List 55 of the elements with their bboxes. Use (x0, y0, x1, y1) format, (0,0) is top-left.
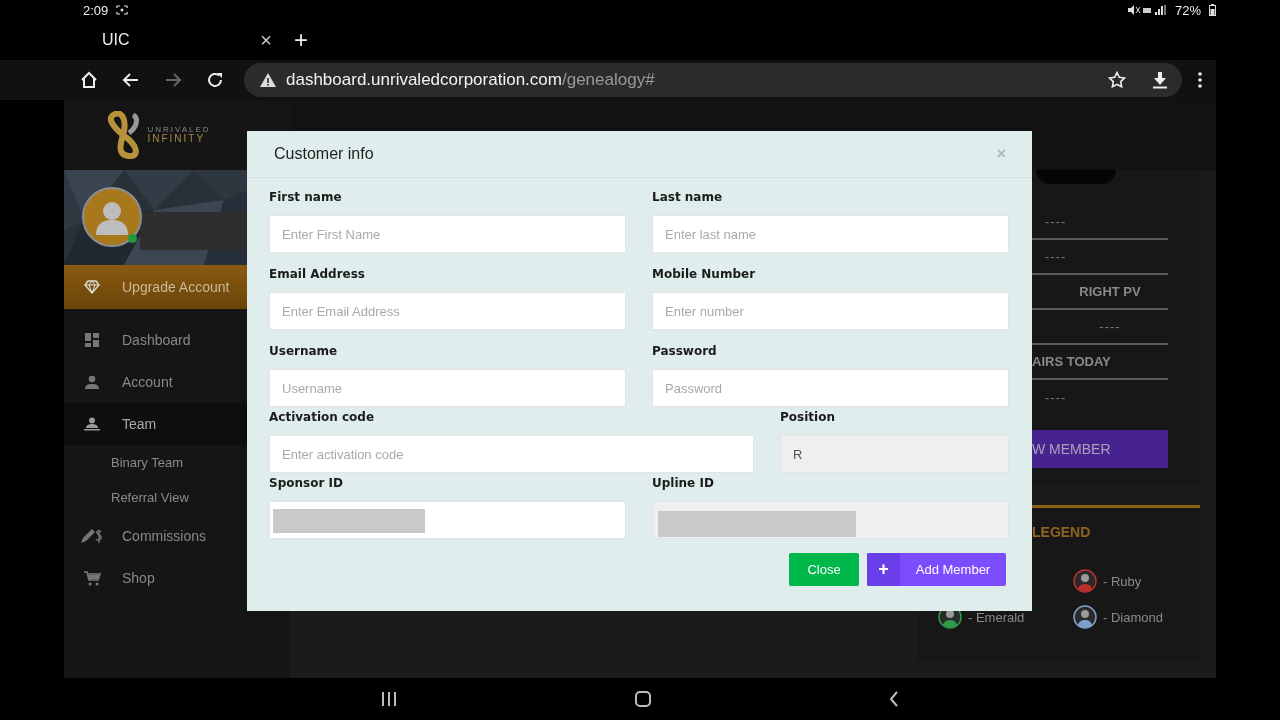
dialog-title: Customer info (274, 145, 374, 163)
stat-text: ---- (1045, 249, 1067, 264)
back-icon[interactable] (122, 71, 140, 89)
field-label: Password (652, 344, 718, 358)
input-field[interactable]: Enter Email Address (269, 292, 626, 330)
field-label: Sponsor ID (269, 476, 344, 490)
input-field[interactable]: Username (269, 369, 626, 407)
home-button-icon[interactable] (635, 691, 651, 707)
battery-icon (1209, 4, 1216, 16)
input-field[interactable]: Enter activation code (269, 435, 754, 473)
field-label: Mobile Number (652, 267, 757, 281)
new-tab-button[interactable]: + (294, 26, 308, 54)
new-member-button[interactable]: W MEMBER (1032, 430, 1168, 468)
stat-text: ---- (1099, 319, 1121, 334)
sidebar-item[interactable]: Commissions (64, 515, 290, 557)
close-tab-button[interactable]: × (260, 28, 272, 52)
field-label: Upline ID (652, 476, 715, 490)
legend-label: - Ruby (1103, 573, 1142, 589)
back-button-icon[interactable] (889, 691, 899, 707)
input-field[interactable]: Password (652, 369, 1009, 407)
pencil-icon (80, 528, 104, 544)
stat-text: ---- (1045, 390, 1067, 405)
stat-text: ---- (1045, 214, 1067, 229)
member-rank-icon (1073, 605, 1097, 629)
recent-apps-icon[interactable] (381, 692, 397, 706)
stat-text: AIRS TODAY (1032, 354, 1111, 369)
legend-label: - Emerald (968, 609, 1025, 625)
stat-text: RIGHT PV (1079, 284, 1141, 299)
clock-time: 2:09 (83, 2, 109, 18)
field-label: Last name (652, 190, 724, 204)
legend-title: LEGEND (1031, 524, 1092, 540)
brand-name: UNRIVALED (147, 126, 211, 134)
member-rank-icon (1073, 569, 1097, 593)
input-field[interactable]: Enter First Name (269, 215, 626, 253)
field-label: First name (269, 190, 343, 204)
field-label: Position (780, 410, 836, 424)
sidebar-item[interactable]: Shop (64, 557, 290, 599)
browser-tab[interactable]: UIC × (90, 22, 280, 58)
input-field[interactable]: Enter last name (652, 215, 1009, 253)
brand-name: INFINITY (147, 134, 207, 144)
address-bar[interactable]: dashboard.unrivaledcorporation.com/genealogy# (244, 63, 1182, 97)
screenshot-icon (116, 5, 129, 15)
battery-percent: 72% (1174, 2, 1201, 18)
bookmark-star-icon[interactable] (1108, 71, 1126, 89)
home-icon[interactable] (80, 71, 98, 89)
warning-icon (260, 73, 276, 87)
menu-icon[interactable] (1198, 72, 1202, 88)
legend-label: - Diamond (1103, 609, 1163, 625)
reload-icon[interactable] (206, 71, 224, 89)
download-icon[interactable] (1152, 71, 1168, 89)
field-label: Username (269, 344, 339, 358)
add-member-button[interactable]: + Add Member (867, 553, 1006, 586)
avatar-icon (82, 187, 142, 247)
input-field[interactable]: Enter number (652, 292, 1009, 330)
signal-icon (1126, 4, 1167, 16)
